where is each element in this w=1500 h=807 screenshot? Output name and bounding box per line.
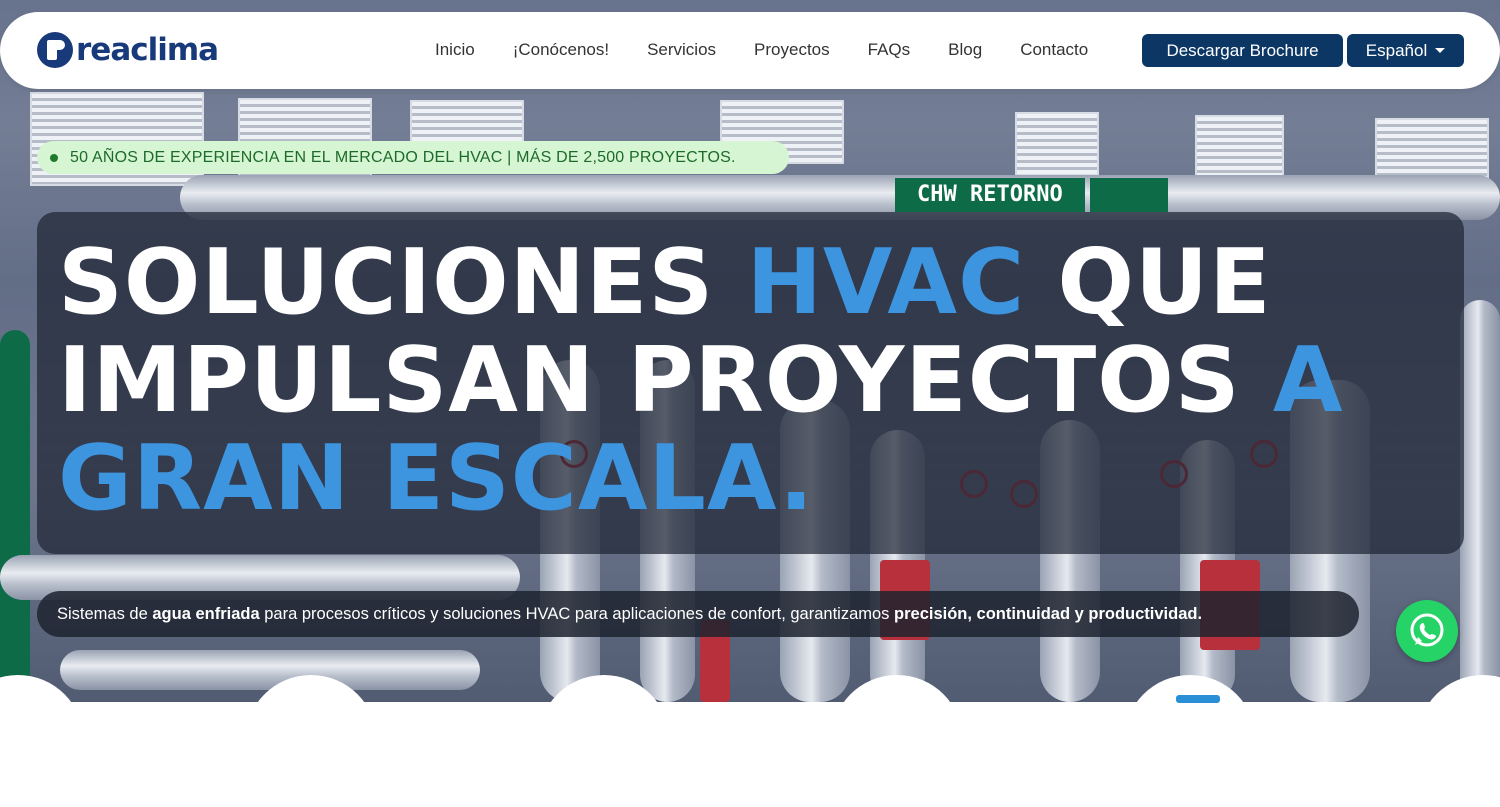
nav-link-inicio[interactable]: Inicio bbox=[435, 40, 475, 60]
subtitle-bold-2: precisión, continuidad y productividad. bbox=[894, 604, 1203, 623]
service-card-2[interactable] bbox=[245, 675, 377, 807]
hero-subtitle: Sistemas de agua enfriada para procesos … bbox=[37, 591, 1359, 637]
headline-part-2: HVAC bbox=[746, 230, 1026, 335]
subtitle-text-1: Sistemas de bbox=[57, 604, 153, 623]
brand-logo[interactable]: reaclima bbox=[37, 32, 219, 68]
experience-badge: 50 AÑOS DE EXPERIENCIA EN EL MERCADO DEL… bbox=[37, 141, 789, 174]
chw-retorno-sign: CHW RETORNO bbox=[895, 178, 1085, 212]
brand-logo-text: reaclima bbox=[76, 32, 219, 68]
nav-link-faqs[interactable]: FAQs bbox=[868, 40, 911, 60]
service-card-4[interactable] bbox=[831, 675, 963, 807]
main-nav: Inicio ¡Conócenos! Servicios Proyectos F… bbox=[435, 40, 1088, 60]
service-card-5[interactable] bbox=[1124, 675, 1256, 807]
experience-badge-text: 50 AÑOS DE EXPERIENCIA EN EL MERCADO DEL… bbox=[70, 148, 736, 166]
whatsapp-button[interactable] bbox=[1396, 600, 1458, 662]
headline-part-1: SOLUCIONES bbox=[58, 230, 747, 335]
download-brochure-button[interactable]: Descargar Brochure bbox=[1142, 34, 1343, 67]
subtitle-text-2: para procesos críticos y soluciones HVAC… bbox=[259, 604, 895, 623]
nav-link-proyectos[interactable]: Proyectos bbox=[754, 40, 830, 60]
whatsapp-icon bbox=[1410, 613, 1444, 647]
language-label: Español bbox=[1365, 40, 1428, 60]
subtitle-bold-1: agua enfriada bbox=[152, 604, 260, 623]
service-card-3[interactable] bbox=[538, 675, 670, 807]
nav-link-conocenos[interactable]: ¡Conócenos! bbox=[513, 40, 609, 60]
hero-headline: SOLUCIONES HVAC QUE IMPULSAN PROYECTOS A… bbox=[58, 234, 1458, 528]
status-dot-icon bbox=[50, 153, 58, 162]
top-navbar: reaclima Inicio ¡Conócenos! Servicios Pr… bbox=[0, 12, 1500, 89]
brand-logo-mark bbox=[37, 32, 73, 68]
chevron-down-icon bbox=[1435, 48, 1446, 53]
nav-link-servicios[interactable]: Servicios bbox=[647, 40, 716, 60]
nav-link-blog[interactable]: Blog bbox=[948, 40, 982, 60]
nav-link-contacto[interactable]: Contacto bbox=[1020, 40, 1088, 60]
language-dropdown-button[interactable]: Español bbox=[1347, 34, 1464, 67]
